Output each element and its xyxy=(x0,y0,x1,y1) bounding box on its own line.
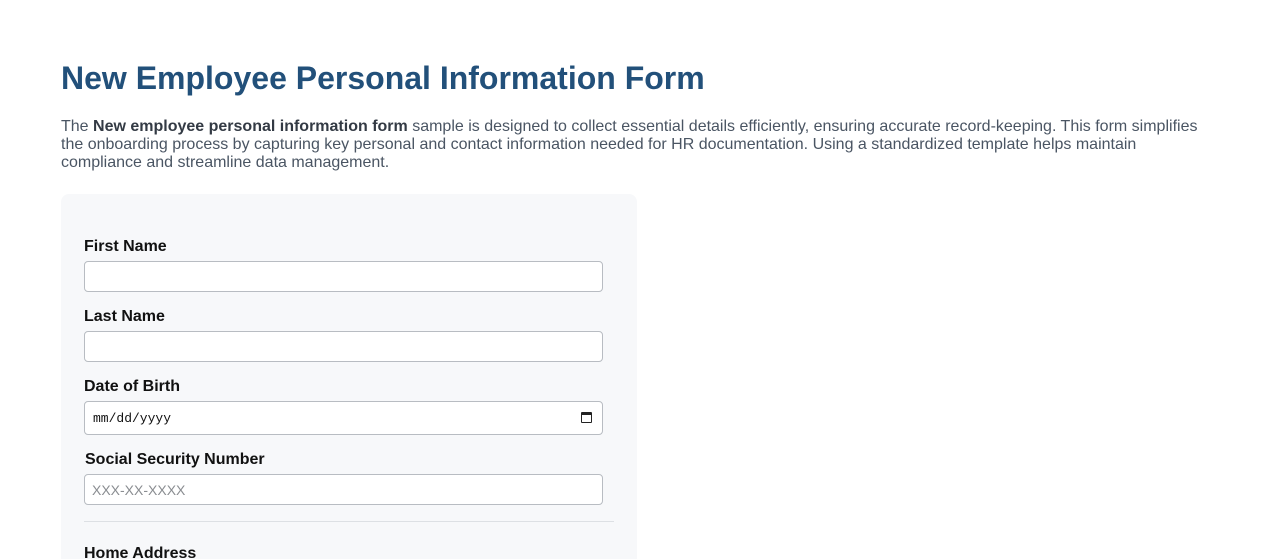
date-of-birth-input[interactable]: mm/dd/yyyy xyxy=(84,401,603,435)
employee-form-card: First Name Last Name Date of Birth mm/dd… xyxy=(61,194,637,559)
calendar-icon[interactable] xyxy=(581,412,592,423)
last-name-input[interactable] xyxy=(84,331,603,362)
last-name-label: Last Name xyxy=(84,308,165,325)
intro-paragraph: The New employee personal information fo… xyxy=(61,118,1211,172)
intro-text-prefix: The xyxy=(61,118,94,135)
date-of-birth-label: Date of Birth xyxy=(84,378,180,395)
intro-text-bold: New employee personal information form xyxy=(93,118,408,135)
page-title: New Employee Personal Information Form xyxy=(61,60,705,96)
ssn-input[interactable] xyxy=(84,474,603,505)
section-divider xyxy=(84,521,614,522)
first-name-label: First Name xyxy=(84,238,167,255)
first-name-input[interactable] xyxy=(84,261,603,292)
ssn-label: Social Security Number xyxy=(85,451,265,468)
date-format-hint: mm/dd/yyyy xyxy=(93,411,172,426)
home-address-label: Home Address xyxy=(84,545,197,559)
